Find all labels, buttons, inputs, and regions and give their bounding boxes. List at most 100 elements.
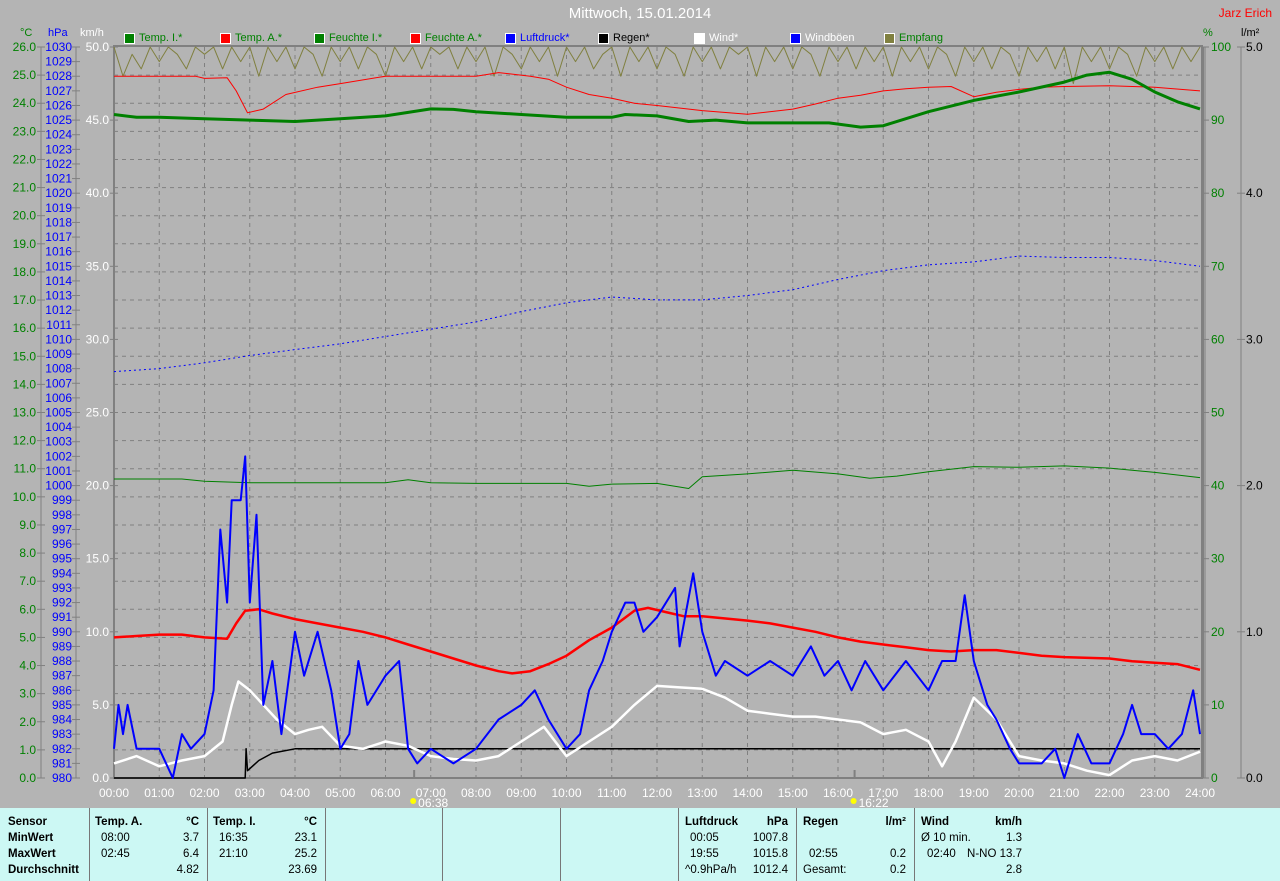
row-label-min: MinWert [8,832,54,844]
rain-axis-tick-label: 2.0 [1246,479,1263,493]
temp-axis-tick-label: 20.0 [13,209,37,223]
pressure-min: 1007.8 [752,832,788,844]
x-tick-label: 02:00 [189,786,219,800]
x-tick-label: 22:00 [1094,786,1124,800]
row-label-avg: Durchschnitt [8,864,79,876]
unit-pressure: hPa [48,27,68,39]
pressure-axis-tick-label: 1010 [45,332,72,346]
legend-swatch [124,32,135,44]
wind-axis-tick-label: 40.0 [86,186,110,200]
pressure-min-time: 00:05 [690,832,719,844]
x-tick-label: 14:00 [732,786,762,800]
legend-swatch [598,32,609,44]
pressure-axis-tick-label: 1000 [45,479,72,493]
pressure-axis-tick-label: 1030 [45,40,72,54]
series-feuchte-a [114,72,1201,115]
wind-axis-tick-label: 35.0 [86,259,110,273]
x-tick-label: 24:00 [1185,786,1215,800]
temp-axis-tick-label: 22.0 [13,152,37,166]
temp-axis-tick-label: 2.0 [19,715,36,729]
rain-max: 0.2 [890,848,906,860]
wind-axis-tick-label: 50.0 [86,40,110,54]
temp-a-unit: °C [186,816,199,828]
pressure-axis-tick-label: 1027 [45,84,72,98]
temp-axis-tick-label: 21.0 [13,181,37,195]
legend-item: Feuchte I.* [314,31,382,45]
pressure-axis-tick-label: 1009 [45,347,72,361]
wind-max-time: 02:40 [927,848,956,860]
legend-label: Regen* [613,32,650,44]
humidity-axis-tick-label: 70 [1211,259,1225,273]
weather-chart: 0.0 1.0 2.0 3.0 4.0 5.0 6.0 7.0 8.0 9.0 10.0 11.0 12… [13,40,1263,808]
pressure-max-time: 19:55 [690,848,719,860]
legend-item: Empfang [884,31,943,45]
temp-axis-tick-label: 13.0 [13,406,37,420]
temp-axis-tick-label: 14.0 [13,377,37,391]
pressure-axis-tick-label: 980 [52,771,72,785]
temp-axis-tick-label: 7.0 [19,574,36,588]
temp-axis-tick-label: 26.0 [13,40,37,54]
pressure-axis-tick-label: 1024 [45,128,72,142]
humidity-axis-tick-label: 50 [1211,406,1225,420]
legend-item: Wind* [694,31,738,45]
legend-swatch [410,32,421,44]
rain-total-label: Gesamt: [803,864,847,876]
temp-axis-tick-label: 0.0 [19,771,36,785]
sunrise-time: 06:38 [418,796,448,808]
temp-axis-tick-label: 23.0 [13,124,37,138]
pressure-axis-tick-label: 996 [52,537,72,551]
x-tick-label: 13:00 [687,786,717,800]
pressure-axis-tick-label: 1025 [45,113,72,127]
pressure-axis-tick-label: 1016 [45,245,72,259]
temp-axis-tick-label: 24.0 [13,96,37,110]
temp-axis-tick-label: 16.0 [13,321,37,335]
pressure-axis-tick-label: 1001 [45,464,72,478]
wind-axis-tick-label: 0.0 [92,771,109,785]
humidity-axis-tick-label: 60 [1211,332,1225,346]
chart-title: Mittwoch, 15.01.2014 [568,5,712,22]
pressure-axis-tick-label: 1026 [45,98,72,112]
pressure-axis-tick-label: 1003 [45,435,72,449]
temp-a-title: Temp. A. [95,816,143,828]
humidity-axis-tick-label: 80 [1211,186,1225,200]
legend-label: Empfang [899,32,944,44]
pressure-avg: 1012.4 [752,864,788,876]
sunset-time: 16:22 [859,796,889,808]
humidity-axis-tick-label: 90 [1211,113,1225,127]
pressure-axis-tick-label: 994 [52,566,72,580]
legend-item: Temp. A.* [220,31,282,45]
pressure-axis-tick-label: 991 [52,610,72,624]
x-tick-label: 11:00 [597,786,626,800]
pressure-axis-tick-label: 986 [52,683,72,697]
pressure-axis-tick-label: 997 [52,522,72,536]
legend-item: Luftdruck* [505,31,570,45]
temp-axis-tick-label: 1.0 [19,743,36,757]
temp-axis-tick-label: 15.0 [13,349,37,363]
wind-axis-tick-label: 45.0 [86,113,110,127]
temp-axis-tick-label: 11.0 [14,462,37,476]
x-tick-label: 04:00 [280,786,310,800]
legend-swatch [505,32,516,44]
wind-axis-tick-label: 5.0 [92,698,109,712]
legend-item: Temp. I.* [124,31,182,45]
pressure-axis-tick-label: 998 [52,508,72,522]
temp-a-min: 3.7 [183,832,199,844]
humidity-axis-tick-label: 40 [1211,479,1225,493]
pressure-axis-tick-label: 1006 [45,391,72,405]
pressure-axis-tick-label: 1023 [45,142,72,156]
x-tick-label: 09:00 [506,786,536,800]
legend-swatch [694,32,705,44]
empty-column [442,808,560,881]
pressure-axis-tick-label: 1007 [45,376,72,390]
wind-axis-tick-label: 15.0 [86,552,110,566]
x-tick-label: 15:00 [778,786,808,800]
x-tick-label: 05:00 [325,786,355,800]
rain-total: 0.2 [890,864,906,876]
rain-max-time: 02:55 [809,848,838,860]
humidity-axis-tick-label: 0 [1211,771,1218,785]
pressure-axis-tick-label: 1020 [45,186,72,200]
x-tick-label: 12:00 [642,786,672,800]
wind-axis-tick-label: 25.0 [86,406,110,420]
legend-label: Feuchte A.* [425,32,482,44]
temp-a-column: Temp. A. °C 08:00 3.7 02:45 6.4 4.82 [89,808,207,881]
